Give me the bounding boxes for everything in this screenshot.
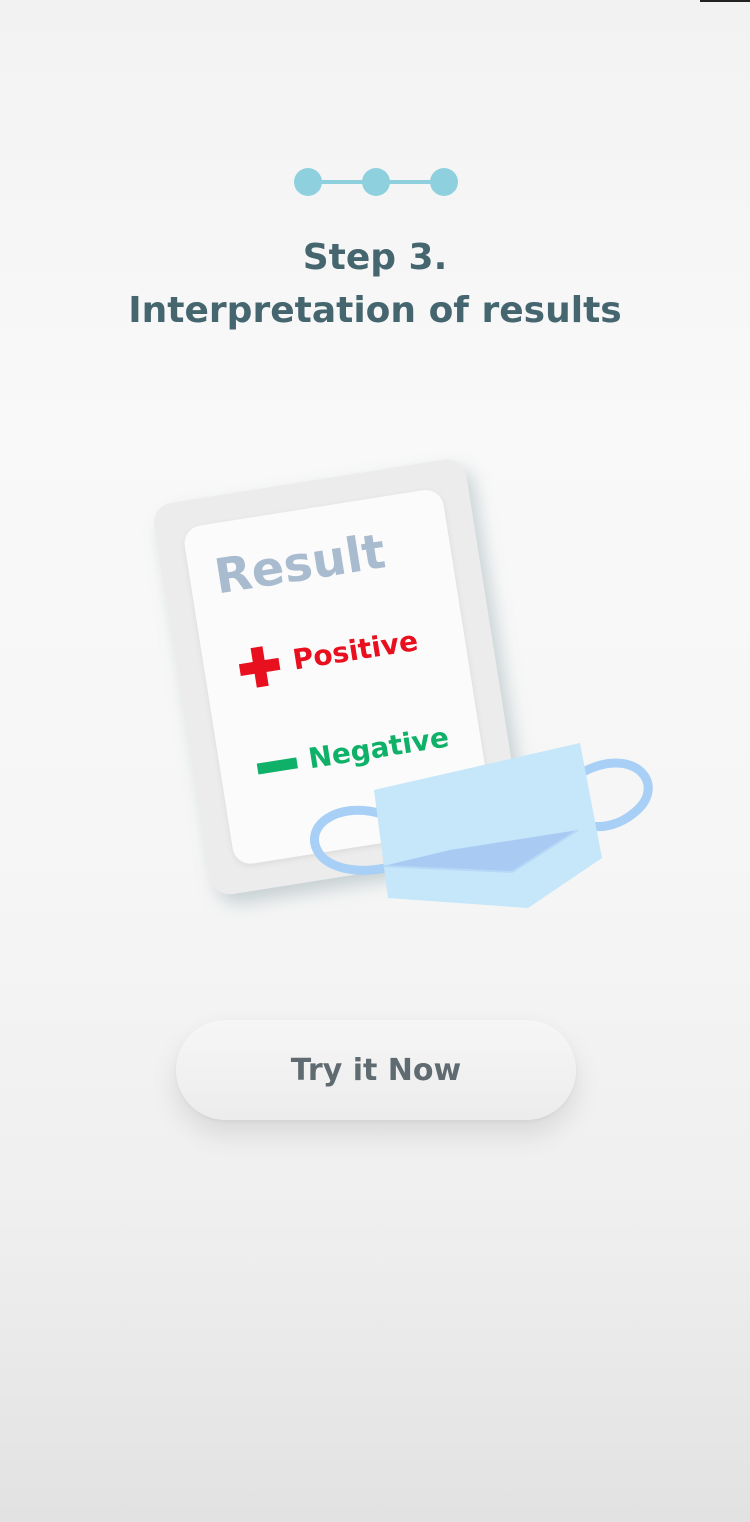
status-line xyxy=(700,0,750,2)
try-it-now-button[interactable]: Try it Now xyxy=(176,1020,576,1120)
step-indicator xyxy=(294,168,459,196)
step-dot-2 xyxy=(362,168,390,196)
step-dot-3 xyxy=(430,168,458,196)
result-illustration: Result Positive Negative xyxy=(153,459,653,908)
step-title: Step 3. xyxy=(302,237,448,278)
step-dot-1 xyxy=(294,168,322,196)
step-subtitle: Interpretation of results xyxy=(128,290,622,331)
try-it-now-label: Try it Now xyxy=(290,1052,462,1088)
